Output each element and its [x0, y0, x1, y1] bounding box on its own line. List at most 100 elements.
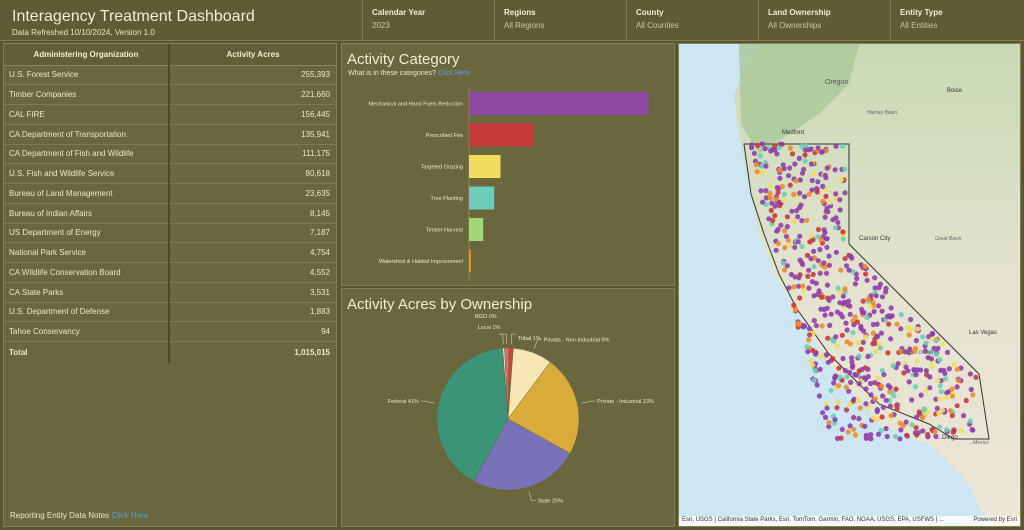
- treatment-point: [863, 435, 869, 441]
- treatment-point: [832, 225, 838, 231]
- activity-category-panel: Activity Category What is in these categ…: [341, 43, 675, 286]
- treatment-point: [818, 306, 824, 312]
- table-row[interactable]: CA Wildlife Conservation Board 4,552: [4, 262, 336, 283]
- treatment-point: [852, 432, 858, 438]
- table-row[interactable]: Tahoe Conservancy 94: [4, 321, 336, 342]
- treatment-point: [784, 224, 790, 230]
- table-row[interactable]: U.S. Fish and Wildlife Service 80,618: [4, 163, 336, 184]
- treatment-point: [797, 295, 803, 301]
- treatment-point: [919, 415, 926, 421]
- treatment-point: [823, 193, 829, 199]
- data-notes-link[interactable]: Click Here: [111, 511, 148, 520]
- treatment-point: [830, 356, 836, 362]
- treatment-point: [872, 275, 878, 281]
- bar-label: Prescribed Fire: [426, 133, 463, 139]
- table-row[interactable]: CA Department of Fish and Wildlife 111,17…: [4, 144, 336, 165]
- acres-cell: 8,145: [169, 203, 336, 224]
- table-row[interactable]: Timber Companies 221,660: [4, 84, 336, 105]
- table-row[interactable]: CA State Parks 3,531: [4, 282, 336, 303]
- table-row[interactable]: U.S. Department of Defense 1,883: [4, 302, 336, 323]
- filter-regions[interactable]: Regions All Regions: [494, 0, 626, 41]
- treatment-point: [856, 368, 862, 374]
- treatment-point: [923, 340, 929, 346]
- treatment-point: [809, 177, 815, 184]
- treatment-point: [883, 426, 889, 432]
- bar[interactable]: [469, 92, 649, 115]
- treatment-point: [947, 408, 953, 414]
- treatment-point: [874, 321, 880, 327]
- acres-cell: 156,445: [169, 104, 336, 125]
- treatment-point: [949, 413, 955, 419]
- treatment-point: [912, 384, 918, 390]
- category-question: What is in these categories? Click Here: [342, 68, 674, 77]
- treatment-point: [913, 414, 920, 420]
- treatment-point: [873, 348, 879, 354]
- filter-calendar-year[interactable]: Calendar Year 2023: [362, 0, 494, 41]
- treatment-point: [831, 380, 837, 386]
- treatment-point: [958, 428, 964, 434]
- column-header-org[interactable]: Administering Organization: [4, 44, 170, 66]
- acres-cell: 221,660: [169, 84, 336, 105]
- treatment-point: [836, 365, 842, 371]
- map-label-harney: Harney Basin: [867, 110, 897, 116]
- treatment-point: [879, 383, 885, 389]
- treatment-point: [772, 213, 778, 219]
- treatment-point: [949, 386, 955, 392]
- treatment-point: [961, 413, 967, 419]
- bar[interactable]: [469, 123, 534, 147]
- table-row[interactable]: National Park Service 4,754: [4, 242, 336, 263]
- table-row[interactable]: CAL FIRE 156,445: [4, 104, 336, 125]
- treatment-point: [913, 338, 919, 344]
- treatment-point: [787, 182, 793, 188]
- pie-label: Private - Non-Industrial 9%: [544, 337, 610, 343]
- treatment-point: [904, 324, 911, 330]
- map-canvas[interactable]: Oregon Boise Harney Basin Medford Carson…: [679, 44, 1021, 527]
- treatment-point: [834, 343, 840, 349]
- treatment-point: [809, 187, 815, 193]
- table-row[interactable]: Bureau of Land Management 23,635: [4, 183, 336, 204]
- category-link[interactable]: Click Here: [438, 70, 470, 77]
- bar[interactable]: [469, 218, 484, 241]
- map-label-medford: Medford: [782, 130, 804, 136]
- filter-county[interactable]: County All Counties: [626, 0, 758, 41]
- treatment-point: [844, 327, 850, 333]
- treatment-point: [920, 334, 926, 340]
- bar[interactable]: [469, 155, 501, 178]
- treatment-point: [823, 236, 829, 242]
- filter-label: County: [636, 8, 664, 17]
- treatment-point: [888, 336, 894, 342]
- treatment-point: [811, 377, 817, 383]
- treatment-point: [886, 321, 892, 327]
- filter-land-ownership[interactable]: Land Ownership All Ownerships: [758, 0, 890, 41]
- treatment-point: [855, 340, 861, 346]
- treatment-point: [847, 369, 853, 376]
- treatment-point: [892, 433, 899, 440]
- table-row[interactable]: US Department of Energy 7,187: [4, 223, 336, 244]
- treatment-point: [842, 256, 848, 262]
- org-name-cell: US Department of Energy: [4, 223, 170, 244]
- pie-label: Private - Industrial 23%: [597, 399, 654, 405]
- treatment-point: [825, 335, 831, 341]
- treatment-point: [883, 285, 889, 291]
- treatment-point: [862, 263, 868, 269]
- treatment-point: [797, 233, 803, 239]
- treatment-map[interactable]: Oregon Boise Harney Basin Medford Carson…: [678, 43, 1021, 527]
- org-name-cell: CAL FIRE: [4, 104, 170, 125]
- treatment-point: [954, 403, 960, 409]
- bar[interactable]: [469, 186, 495, 210]
- panel-title: Activity Acres by Ownership: [347, 296, 533, 313]
- treatment-point: [795, 214, 801, 220]
- table-row[interactable]: CA Department of Transportation 135,941: [4, 124, 336, 145]
- treatment-point: [777, 167, 783, 173]
- treatment-point: [840, 355, 846, 362]
- treatment-point: [968, 386, 974, 393]
- treatment-point: [751, 150, 757, 156]
- table-row[interactable]: U.S. Forest Service 255,393: [4, 65, 336, 86]
- powered-by[interactable]: Powered by Esri: [973, 517, 1017, 523]
- table-row[interactable]: Bureau of Indian Affairs 8,145: [4, 203, 336, 224]
- bar[interactable]: [469, 249, 471, 273]
- filter-entity-type[interactable]: Entity Type All Entities: [890, 0, 1022, 41]
- treatment-point: [967, 418, 973, 424]
- column-header-acres[interactable]: Activity Acres: [169, 44, 336, 66]
- treatment-point: [860, 339, 866, 345]
